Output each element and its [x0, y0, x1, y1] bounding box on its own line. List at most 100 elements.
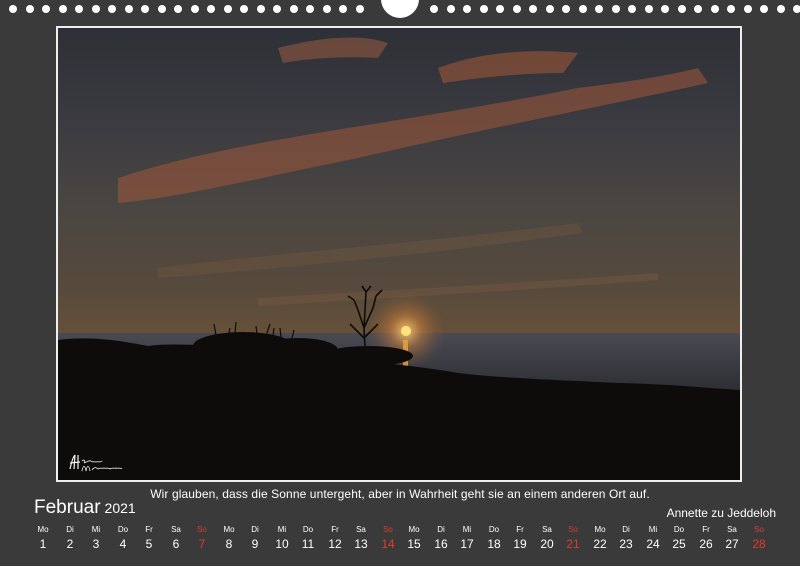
day-cell: Di 23 — [613, 524, 639, 552]
day-number: 26 — [699, 537, 713, 551]
binding-hole — [529, 5, 537, 13]
binding-hole — [141, 5, 149, 13]
weekday-label: Mi — [462, 525, 472, 534]
weekday-label: So — [568, 525, 578, 534]
cloud-streaks — [118, 37, 708, 306]
binding-hole — [760, 5, 768, 13]
day-cell: So 21 — [560, 524, 586, 552]
weekday-label: So — [754, 525, 764, 534]
weekday-label: Mo — [37, 525, 49, 534]
day-number: 2 — [66, 537, 74, 551]
binding-hole — [240, 5, 248, 13]
binding-hole — [562, 5, 570, 13]
day-cell: Do 25 — [666, 524, 692, 552]
day-number: 1 — [39, 537, 47, 551]
month-title: Februar 2021 — [34, 497, 136, 519]
day-cell: Mo 22 — [587, 524, 613, 552]
day-cell: Mi 3 — [83, 524, 109, 552]
day-cell: Mo 1 — [30, 524, 56, 552]
weekday-label: Di — [251, 525, 259, 534]
day-number: 4 — [119, 537, 127, 551]
binding-hole — [546, 5, 554, 13]
day-number: 9 — [251, 537, 259, 551]
day-cell: Di 2 — [57, 524, 83, 552]
weekday-label: Do — [302, 525, 314, 534]
day-cell: Sa 13 — [348, 524, 374, 552]
day-number: 18 — [487, 537, 501, 551]
day-cell: Di 9 — [242, 524, 268, 552]
binding-hole — [480, 5, 488, 13]
weekday-label: Sa — [727, 525, 737, 534]
day-cell: Do 18 — [481, 524, 507, 552]
binding-hole — [727, 5, 735, 13]
day-cell: Mo 8 — [216, 524, 242, 552]
weekday-label: Mo — [594, 525, 606, 534]
day-cell: Do 11 — [295, 524, 321, 552]
binding-hole — [42, 5, 50, 13]
binding-hole — [191, 5, 199, 13]
day-number: 8 — [225, 537, 233, 551]
binding-hole — [579, 5, 587, 13]
weekday-label: Do — [117, 525, 129, 534]
day-number: 3 — [92, 537, 100, 551]
weekday-label: Do — [488, 525, 500, 534]
sun — [401, 326, 411, 336]
binding-hole — [75, 5, 83, 13]
day-number: 15 — [407, 537, 421, 551]
binding-hole — [711, 5, 719, 13]
day-cell: Fr 19 — [507, 524, 533, 552]
binding-hole — [645, 5, 653, 13]
day-number: 27 — [725, 537, 739, 551]
weekday-label: Di — [437, 525, 445, 534]
day-number: 23 — [619, 537, 633, 551]
day-number: 21 — [566, 537, 580, 551]
binding-hole — [273, 5, 281, 13]
day-number: 16 — [434, 537, 448, 551]
day-cell: Do 4 — [110, 524, 136, 552]
weekday-label: Di — [66, 525, 74, 534]
binding-hole — [207, 5, 215, 13]
day-number: 11 — [301, 537, 315, 551]
day-cell: Mi 10 — [269, 524, 295, 552]
binding-hole — [59, 5, 67, 13]
weekday-label: So — [197, 525, 207, 534]
binding-hole — [108, 5, 116, 13]
weekday-label: Mi — [277, 525, 287, 534]
day-cell: Fr 5 — [136, 524, 162, 552]
binding-hole — [628, 5, 636, 13]
weekday-label: Fr — [145, 525, 153, 534]
binding-hole — [447, 5, 455, 13]
day-cell: Fr 12 — [322, 524, 348, 552]
binding-hole — [496, 5, 504, 13]
day-number: 10 — [275, 537, 289, 551]
photographer-signature — [68, 452, 128, 474]
day-cell: Sa 20 — [534, 524, 560, 552]
binding-hole — [290, 5, 298, 13]
binding-hole — [323, 5, 331, 13]
weekday-label: So — [383, 525, 393, 534]
binding-hole — [125, 5, 133, 13]
day-cell: So 7 — [189, 524, 215, 552]
weekday-label: Do — [673, 525, 685, 534]
binding-hole — [430, 5, 438, 13]
day-cell: Mi 17 — [454, 524, 480, 552]
day-number: 28 — [752, 537, 766, 551]
weekday-label: Mi — [648, 525, 658, 534]
sunset-photo — [58, 28, 740, 480]
day-number: 7 — [198, 537, 206, 551]
day-cell: So 14 — [375, 524, 401, 552]
binding-hole — [306, 5, 314, 13]
binding-hole — [513, 5, 521, 13]
binding-hole — [678, 5, 686, 13]
day-number: 19 — [513, 537, 527, 551]
binding-hole — [257, 5, 265, 13]
day-number: 17 — [460, 537, 474, 551]
day-cell: So 28 — [746, 524, 772, 552]
day-number: 20 — [540, 537, 554, 551]
weekday-label: Sa — [171, 525, 181, 534]
day-number: 13 — [354, 537, 368, 551]
binding-hole — [158, 5, 166, 13]
day-number: 6 — [172, 537, 180, 551]
binding-hole — [224, 5, 232, 13]
day-cell: Di 16 — [428, 524, 454, 552]
